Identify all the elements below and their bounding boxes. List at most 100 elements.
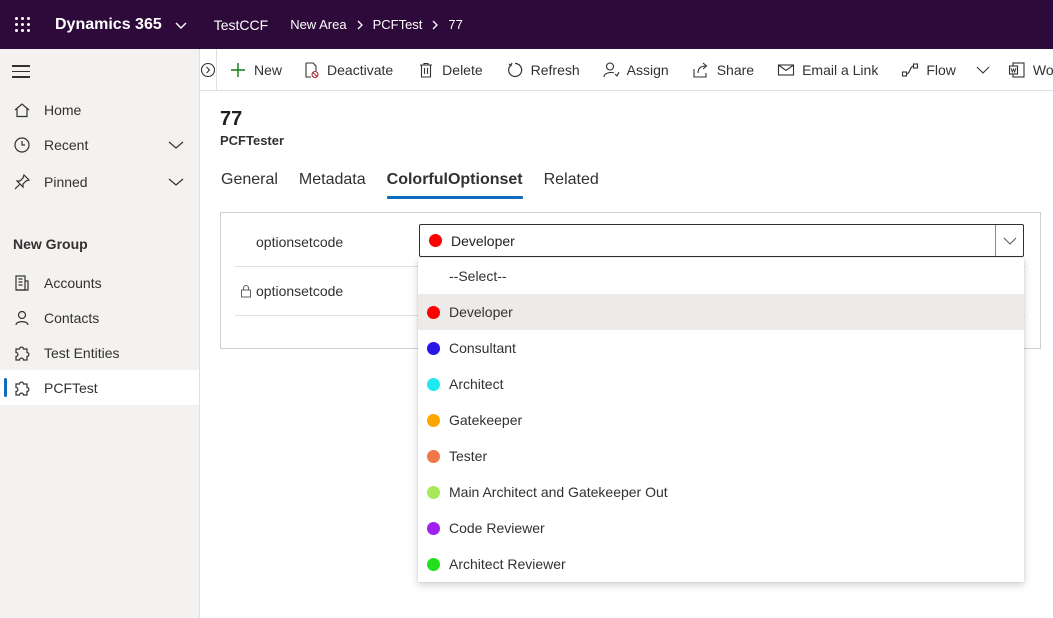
option-label: Architect (449, 376, 504, 392)
field-label-text: optionsetcode (256, 283, 344, 299)
optionset-dropdown: --Select-- Developer Consultant Architec… (418, 258, 1024, 582)
color-dot (427, 305, 440, 319)
sidebar-group-title: New Group (13, 236, 88, 252)
sidebar-item-accounts[interactable]: Accounts (0, 265, 199, 300)
email-link-button[interactable]: Email a Link (777, 61, 878, 79)
field-label: optionsetcode (256, 234, 344, 250)
chevron-down-icon[interactable] (167, 138, 185, 154)
accounts-icon (12, 273, 32, 293)
breadcrumb-item-area[interactable]: New Area (290, 17, 346, 32)
option-label: Main Architect and Gatekeeper Out (449, 484, 668, 500)
option-label: Code Reviewer (449, 520, 545, 536)
chevron-right-icon (431, 20, 439, 30)
refresh-button[interactable]: Refresh (506, 61, 580, 79)
deactivate-button[interactable]: Deactivate (302, 61, 393, 79)
sidebar-item-pinned[interactable]: Pinned (0, 164, 199, 199)
optionset-select[interactable]: Developer (419, 224, 1024, 257)
refresh-label: Refresh (530, 61, 580, 78)
assign-icon (602, 61, 620, 79)
waffle-icon (14, 17, 30, 32)
dropdown-option-tester[interactable]: Tester (418, 438, 1024, 474)
option-label: Architect Reviewer (449, 556, 566, 572)
new-button[interactable]: New (229, 61, 282, 79)
deactivate-label: Deactivate (327, 61, 394, 78)
color-dot (427, 341, 440, 355)
sidebar: Home Recent Pinned New Group Accounts Co… (0, 49, 200, 618)
clock-icon (12, 135, 32, 155)
chevron-right-icon (356, 20, 364, 30)
sidebar-item-label: PCFTest (44, 379, 98, 396)
sidebar-item-pcftest[interactable]: PCFTest (0, 370, 199, 405)
command-bar: New Deactivate Delete Refresh Assign Sha… (200, 48, 1053, 91)
form-selector-button[interactable] (200, 48, 217, 91)
chevron-down-icon[interactable] (167, 175, 185, 191)
option-label: Developer (449, 304, 513, 320)
flow-icon (901, 61, 919, 79)
share-icon (692, 61, 710, 79)
sidebar-item-label: Test Entities (44, 344, 120, 361)
sidebar-item-home[interactable]: Home (0, 92, 199, 127)
breadcrumb-item-record[interactable]: 77 (448, 17, 462, 32)
dropdown-option-consultant[interactable]: Consultant (418, 330, 1024, 366)
share-label: Share (716, 61, 755, 78)
sidebar-item-recent[interactable]: Recent (0, 127, 199, 162)
dropdown-option-code-reviewer[interactable]: Code Reviewer (418, 510, 1024, 546)
share-button[interactable]: Share (692, 61, 754, 79)
word-templates-button[interactable]: Wo (1008, 61, 1053, 79)
tab-general[interactable]: General (221, 171, 278, 197)
tab-metadata[interactable]: Metadata (299, 171, 366, 197)
deactivate-icon (302, 61, 320, 79)
new-label: New (254, 61, 283, 78)
assign-label: Assign (626, 61, 669, 78)
flow-button[interactable]: Flow (901, 61, 990, 79)
selected-value: Developer (451, 232, 515, 249)
pin-icon (12, 172, 32, 192)
assign-button[interactable]: Assign (602, 61, 669, 79)
flow-label: Flow (926, 61, 956, 78)
dropdown-option-placeholder[interactable]: --Select-- (418, 258, 1024, 294)
app-name[interactable]: TestCCF (214, 17, 268, 33)
breadcrumb-item-entity[interactable]: PCFTest (373, 17, 423, 32)
chevron-down-icon[interactable] (995, 225, 1023, 256)
email-link-icon (777, 61, 795, 79)
app-title[interactable]: Dynamics 365 (55, 16, 162, 34)
active-indicator (4, 378, 7, 397)
option-label: Gatekeeper (449, 412, 523, 428)
dropdown-option-architect[interactable]: Architect (418, 366, 1024, 402)
sidebar-item-label: Pinned (44, 173, 88, 190)
form-tabs: General Metadata ColorfulOptionset Relat… (221, 171, 620, 199)
dropdown-option-main-architect[interactable]: Main Architect and Gatekeeper Out (418, 474, 1024, 510)
plus-icon (229, 61, 247, 79)
field-label-locked: optionsetcode (240, 283, 343, 299)
color-dot (427, 485, 440, 499)
chevron-down-icon[interactable] (174, 18, 188, 32)
app-launcher-button[interactable] (0, 0, 44, 49)
delete-label: Delete (442, 61, 483, 78)
option-label: Consultant (449, 340, 516, 356)
option-label: --Select-- (449, 268, 507, 284)
record-title: 77 (220, 108, 243, 130)
color-dot (427, 377, 440, 391)
hamburger-menu-icon[interactable] (12, 65, 30, 78)
sidebar-item-test-entities[interactable]: Test Entities (0, 335, 199, 370)
dropdown-option-developer[interactable]: Developer (418, 294, 1024, 330)
tab-related[interactable]: Related (544, 171, 599, 197)
refresh-icon (506, 61, 524, 79)
tab-colorful-optionset[interactable]: ColorfulOptionset (386, 171, 523, 199)
puzzle-icon (12, 343, 32, 363)
color-dot (427, 413, 440, 427)
record-entity-name: PCFTester (220, 133, 285, 148)
chevron-down-icon[interactable] (976, 65, 990, 75)
sidebar-item-label: Accounts (44, 274, 102, 291)
dropdown-option-architect-reviewer[interactable]: Architect Reviewer (418, 546, 1024, 582)
breadcrumb: New Area PCFTest 77 (290, 17, 463, 32)
sidebar-item-label: Contacts (44, 309, 100, 326)
word-icon (1008, 61, 1026, 79)
dropdown-option-gatekeeper[interactable]: Gatekeeper (418, 402, 1024, 438)
puzzle-icon (12, 378, 32, 398)
delete-button[interactable]: Delete (417, 61, 483, 79)
color-dot (427, 449, 440, 463)
home-icon (12, 100, 32, 120)
sidebar-item-contacts[interactable]: Contacts (0, 300, 199, 335)
color-dot (427, 557, 440, 571)
